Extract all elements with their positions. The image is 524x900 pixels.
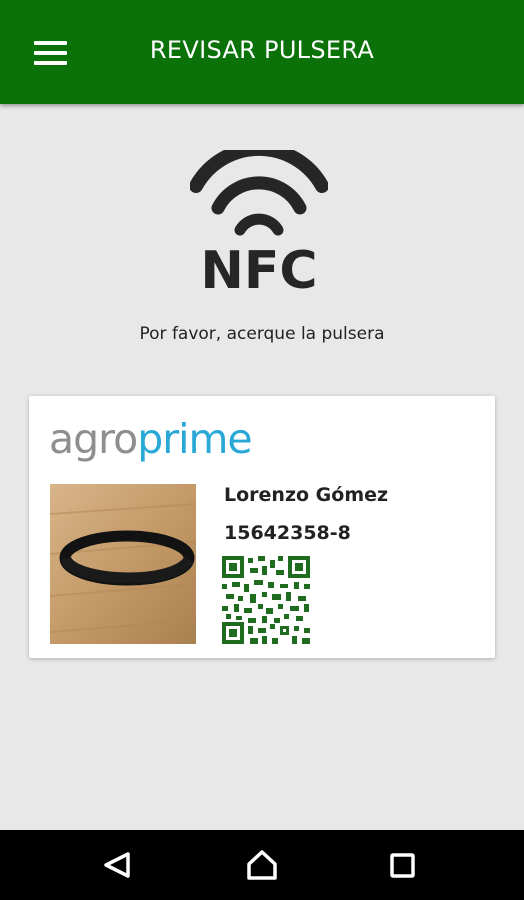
qr-code-icon [222, 556, 310, 644]
page-title: REVISAR PULSERA [149, 36, 375, 64]
back-icon[interactable] [87, 840, 147, 890]
wristband-photo [50, 484, 196, 644]
nfc-label: NFC [200, 241, 317, 295]
app-bar: REVISAR PULSERA [0, 0, 524, 104]
recents-icon[interactable] [372, 840, 432, 890]
nfc-icon: NFC [190, 150, 328, 295]
system-nav-bar [0, 830, 524, 900]
holder-name: Lorenzo Gómez [224, 484, 389, 506]
home-icon[interactable] [232, 840, 292, 890]
holder-id: 15642358-8 [224, 522, 351, 544]
brand-logo: agroprime [49, 404, 253, 474]
instruction-text: Por favor, acerque la pulsera [139, 324, 385, 344]
brand-logo-part1: agro [49, 415, 138, 463]
brand-logo-part2: prime [137, 415, 252, 463]
wristband-card: agroprime Lorenzo Gómez 15642358-8 [29, 396, 495, 658]
